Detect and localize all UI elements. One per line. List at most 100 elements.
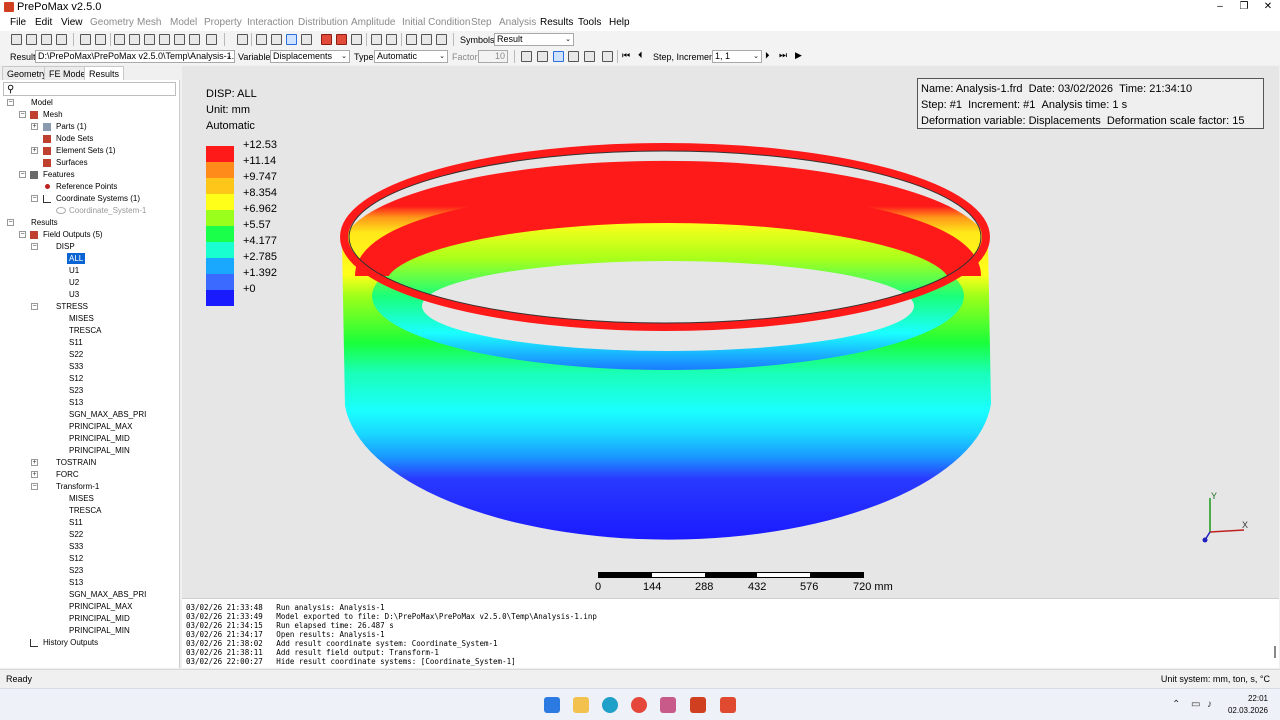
symbols-dropdown[interactable]: Result ⌄ bbox=[494, 33, 574, 46]
factor-input[interactable]: 10 bbox=[478, 50, 508, 63]
tree-forc[interactable]: FORC bbox=[56, 469, 79, 480]
tree-model[interactable]: Model bbox=[31, 97, 53, 108]
menu-property[interactable]: Property bbox=[204, 17, 242, 28]
collapse-icon[interactable]: − bbox=[19, 171, 26, 178]
tree-transform-item[interactable]: S22 bbox=[69, 529, 83, 540]
log-scrollbar[interactable] bbox=[1274, 646, 1276, 658]
tree-node-sets[interactable]: Node Sets bbox=[56, 133, 93, 144]
tree-disp-u1[interactable]: U1 bbox=[69, 265, 79, 276]
tree-field-outputs[interactable]: Field Outputs (5) bbox=[43, 229, 103, 240]
zoom-window-icon[interactable] bbox=[95, 34, 106, 45]
tree-transform-item[interactable]: TRESCA bbox=[69, 505, 101, 516]
collapse-icon[interactable]: − bbox=[19, 231, 26, 238]
calculix-icon[interactable] bbox=[720, 697, 736, 713]
tree-stress-item[interactable]: S22 bbox=[69, 349, 83, 360]
shaded-edges-icon[interactable] bbox=[286, 34, 297, 45]
first-increment-icon[interactable]: ⏮ bbox=[622, 51, 633, 62]
transform-icon[interactable] bbox=[386, 34, 397, 45]
tree-features[interactable]: Features bbox=[43, 169, 75, 180]
file-explorer-icon[interactable] bbox=[573, 697, 589, 713]
isometric-icon[interactable] bbox=[237, 34, 248, 45]
tree-surfaces[interactable]: Surfaces bbox=[56, 157, 88, 168]
variable-dropdown[interactable]: Displacements ⌄ bbox=[270, 50, 350, 63]
tree-stress-item[interactable]: S23 bbox=[69, 385, 83, 396]
last-increment-icon[interactable]: ⏭ bbox=[779, 51, 790, 62]
result-file-dropdown[interactable]: D:\PrePoMax\PrePoMax v2.5.0\Temp\Analysi… bbox=[35, 50, 235, 63]
view-top-icon[interactable] bbox=[144, 34, 155, 45]
clock-time[interactable]: 22:01 bbox=[1230, 694, 1268, 703]
menu-results[interactable]: Results bbox=[540, 17, 573, 28]
start-icon[interactable] bbox=[544, 697, 560, 713]
tree-transform-item[interactable]: S11 bbox=[69, 517, 83, 528]
shaded-icon[interactable] bbox=[301, 34, 312, 45]
collapse-icon[interactable]: − bbox=[7, 99, 14, 106]
tree-transform-item[interactable]: PRINCIPAL_MID bbox=[69, 613, 130, 624]
app-icon[interactable] bbox=[660, 697, 676, 713]
tree-transform-item[interactable]: PRINCIPAL_MIN bbox=[69, 625, 130, 636]
tree-transform-item[interactable]: S23 bbox=[69, 565, 83, 576]
deformed-icon[interactable] bbox=[537, 51, 548, 62]
tree-transform-item[interactable]: MISES bbox=[69, 493, 94, 504]
tree-transform-1[interactable]: Transform-1 bbox=[56, 481, 99, 492]
hide-icon[interactable] bbox=[421, 34, 432, 45]
close-icon[interactable]: ✕ bbox=[1256, 0, 1280, 15]
menu-file[interactable]: File bbox=[10, 17, 26, 28]
tree-transform-item[interactable]: S13 bbox=[69, 577, 83, 588]
tree-reference-points[interactable]: Reference Points bbox=[56, 181, 117, 192]
section-icon[interactable] bbox=[256, 34, 267, 45]
tree-results[interactable]: Results bbox=[31, 217, 58, 228]
previous-increment-icon[interactable]: ⏴ bbox=[638, 51, 649, 62]
collapse-icon[interactable]: − bbox=[31, 195, 38, 202]
tree-stress-item[interactable]: TRESCA bbox=[69, 325, 101, 336]
tree-stress-item[interactable]: S12 bbox=[69, 373, 83, 384]
tree-stress-item[interactable]: S33 bbox=[69, 361, 83, 372]
view-left-icon[interactable] bbox=[174, 34, 185, 45]
rotate-icon[interactable] bbox=[206, 34, 217, 45]
query-icon[interactable] bbox=[351, 34, 362, 45]
menu-model[interactable]: Model bbox=[170, 17, 197, 28]
expand-icon[interactable]: + bbox=[31, 471, 38, 478]
tree-stress-item[interactable]: S11 bbox=[69, 337, 83, 348]
tree-stress-item[interactable]: MISES bbox=[69, 313, 94, 324]
tree-disp-u3[interactable]: U3 bbox=[69, 289, 79, 300]
tree-coordinate-system-1[interactable]: Coordinate_System-1 bbox=[69, 205, 146, 216]
tree-transform-item[interactable]: S12 bbox=[69, 553, 83, 564]
new-icon[interactable] bbox=[11, 34, 22, 45]
undeformed-icon[interactable] bbox=[521, 51, 532, 62]
collapse-icon[interactable]: − bbox=[31, 243, 38, 250]
tree-stress-item[interactable]: SGN_MAX_ABS_PRI bbox=[69, 409, 146, 420]
show-all-icon[interactable] bbox=[436, 34, 447, 45]
view-front-icon[interactable] bbox=[114, 34, 125, 45]
wireframe-icon[interactable] bbox=[271, 34, 282, 45]
tree-parts[interactable]: Parts (1) bbox=[56, 121, 87, 132]
tree-mesh[interactable]: Mesh bbox=[43, 109, 63, 120]
clock-date[interactable]: 02.03.2026 bbox=[1224, 706, 1268, 715]
prepomax-icon[interactable] bbox=[690, 697, 706, 713]
network-icon[interactable]: ▭ bbox=[1191, 699, 1200, 710]
edge-icon[interactable] bbox=[602, 697, 618, 713]
expand-icon[interactable]: + bbox=[31, 123, 38, 130]
results-icon[interactable] bbox=[321, 34, 332, 45]
color-bar-icon[interactable] bbox=[568, 51, 579, 62]
explode-icon[interactable] bbox=[371, 34, 382, 45]
output-log[interactable]: 03/02/26 21:33:48 Run analysis: Analysis… bbox=[182, 598, 1279, 668]
view-back-icon[interactable] bbox=[129, 34, 140, 45]
tree-tostrain[interactable]: TOSTRAIN bbox=[56, 457, 96, 468]
collapse-icon[interactable]: − bbox=[7, 219, 14, 226]
tree-disp-all[interactable]: ALL bbox=[67, 253, 86, 264]
deformed-color-icon[interactable] bbox=[553, 51, 564, 62]
menu-analysis[interactable]: Analysis bbox=[499, 17, 536, 28]
tree-stress[interactable]: STRESS bbox=[56, 301, 88, 312]
collapse-icon[interactable]: − bbox=[31, 483, 38, 490]
tree-history-outputs[interactable]: History Outputs bbox=[43, 637, 98, 648]
minimize-icon[interactable]: – bbox=[1208, 0, 1232, 15]
zoom-icon[interactable] bbox=[80, 34, 91, 45]
tree-transform-item[interactable]: PRINCIPAL_MAX bbox=[69, 601, 132, 612]
collapse-icon[interactable]: − bbox=[31, 303, 38, 310]
tree-stress-item[interactable]: PRINCIPAL_MIN bbox=[69, 445, 130, 456]
menu-tools[interactable]: Tools bbox=[578, 17, 601, 28]
chrome-icon[interactable] bbox=[631, 697, 647, 713]
eye-icon[interactable] bbox=[406, 34, 417, 45]
color-scale-icon[interactable] bbox=[584, 51, 595, 62]
menu-interaction[interactable]: Interaction bbox=[247, 17, 294, 28]
